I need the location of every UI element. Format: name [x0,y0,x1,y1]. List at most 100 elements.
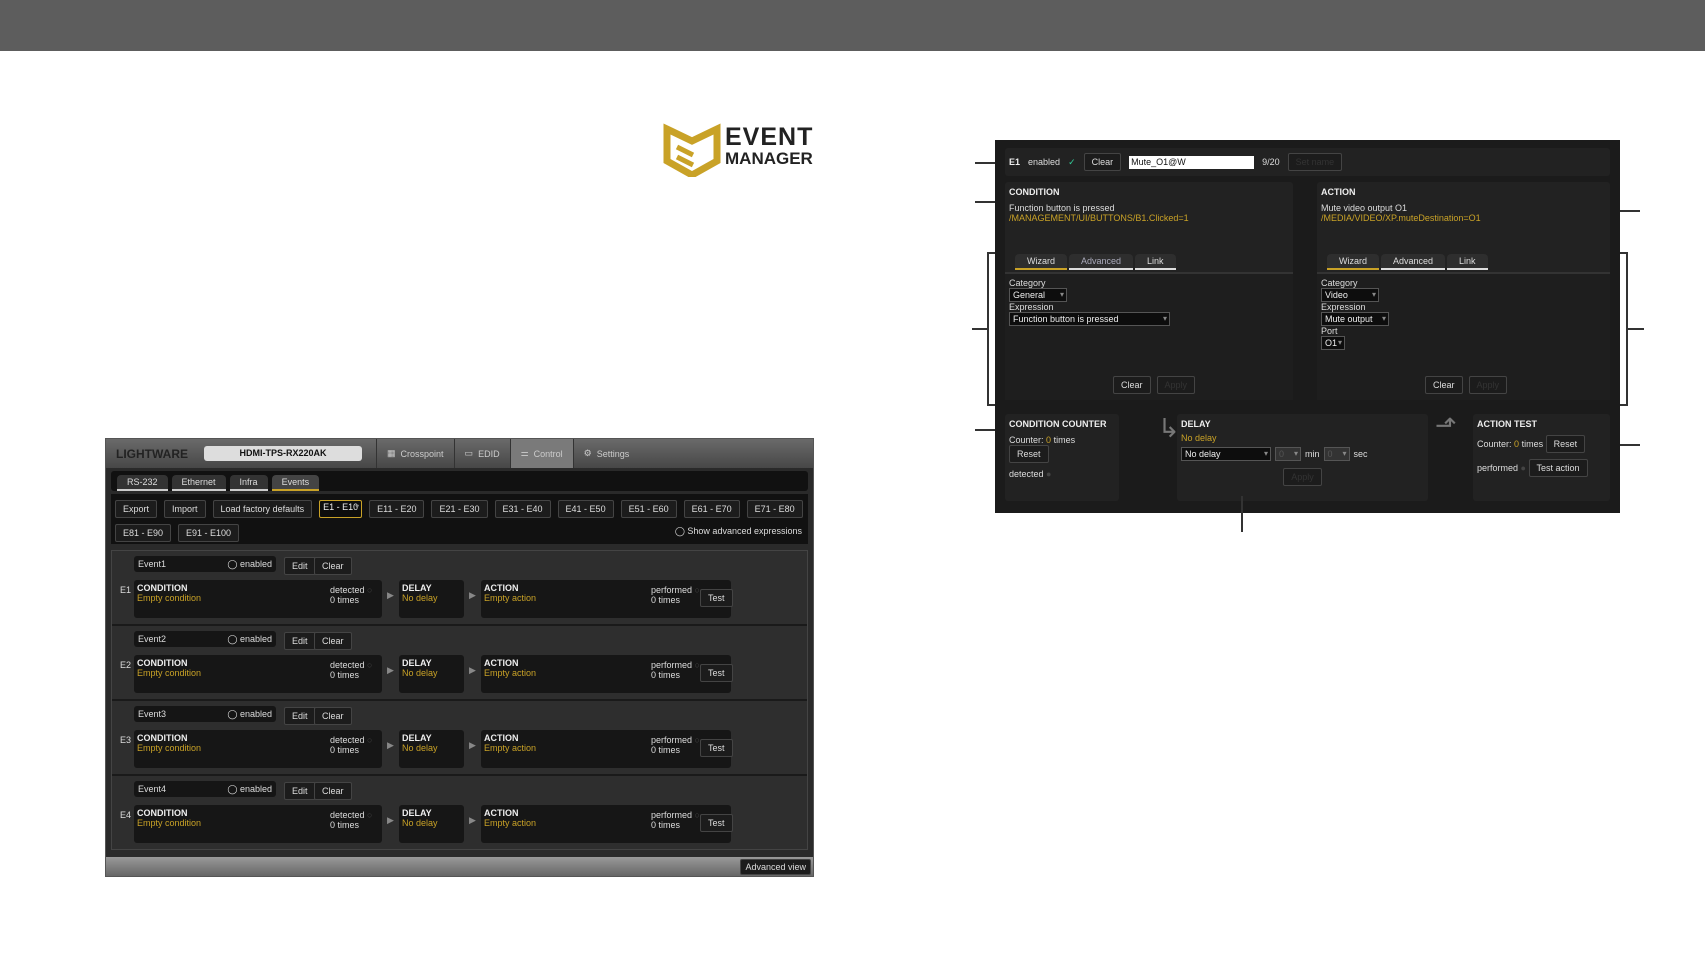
subtab-rs232[interactable]: RS-232 [117,475,168,491]
action-box[interactable]: ACTION Empty action performed ○ 0 times Te… [481,730,733,768]
test-button[interactable]: Test [700,739,733,757]
edit-button[interactable]: Edit [284,632,316,650]
delay-box[interactable]: DELAY No delay [399,655,464,693]
performed-count: 0 times [651,595,681,605]
callout-line [1628,328,1644,330]
clear-button[interactable]: Clear [314,557,352,575]
test-action-button[interactable]: Test action [1528,459,1588,477]
delay-sec-stepper[interactable]: 0 [1323,447,1350,461]
port-select[interactable]: O1 [1321,336,1345,350]
clear-button[interactable]: Clear [314,632,352,650]
event-name-field[interactable]: Event4 ◯ enabled [134,781,276,797]
tab-advanced[interactable]: Advanced [1381,254,1446,270]
set-name-button[interactable]: Set name [1287,153,1343,171]
subtab-infra[interactable]: Infra [229,475,268,491]
range-button[interactable]: E41 - E50 [557,500,614,518]
detected-count: 0 times [330,670,360,680]
delay-apply-button[interactable]: Apply [1283,468,1322,486]
delay-title: DELAY [402,808,432,818]
test-button[interactable]: Test [700,664,733,682]
range-button[interactable]: E51 - E60 [620,500,677,518]
action-clear-button[interactable]: Clear [1425,376,1463,394]
delay-box[interactable]: DELAY No delay [399,805,464,843]
advanced-view-button[interactable]: Advanced view [740,859,811,875]
action-box[interactable]: ACTION Empty action performed ○ 0 times Te… [481,655,733,693]
counter-reset-button[interactable]: Reset [1009,445,1049,463]
edit-button[interactable]: Edit [284,782,316,800]
expression-select[interactable]: Function button is pressed [1009,312,1170,326]
enabled-check-icon[interactable]: ◯ [227,784,237,794]
condition-box[interactable]: CONDITION Empty condition detected ○ 0 tim… [134,655,382,693]
action-test-section: ACTION TEST Counter: 0 times Reset perfo… [1473,414,1610,501]
delay-select[interactable]: No delay [1181,447,1271,461]
show-advanced-checkbox[interactable]: ◯ Show advanced expressions [675,526,802,537]
action-apply-button[interactable]: Apply [1468,376,1508,394]
tab-label: EDID [478,448,500,459]
gear-icon: ⚙ [583,448,592,458]
clear-button[interactable]: Clear [314,782,352,800]
app-header: LIGHTWARE HDMI-TPS-RX220AK ▦ Crosspoint ▭… [106,439,813,468]
port-label: Port [1321,326,1338,336]
tab-crosspoint[interactable]: ▦ Crosspoint [376,439,454,468]
load-factory-defaults-button[interactable]: Load factory defaults [212,500,313,518]
tab-wizard[interactable]: Wizard [1327,254,1380,270]
range-button[interactable]: E61 - E70 [683,500,740,518]
event-name-field[interactable]: Event3 ◯ enabled [134,706,276,722]
action-box[interactable]: ACTION Empty action performed ○ 0 times Te… [481,580,733,618]
export-button[interactable]: Export [115,500,158,518]
arrow-right-icon: ▶ [469,590,476,600]
event-name-field[interactable]: Event2 ◯ enabled [134,631,276,647]
event-name-input[interactable]: Mute_O1@W [1129,155,1255,169]
range-button[interactable]: E91 - E100 [178,524,240,542]
test-button[interactable]: Test [700,814,733,832]
test-reset-button[interactable]: Reset [1545,435,1586,453]
tab-wizard[interactable]: Wizard [1015,254,1068,270]
enabled-check-icon[interactable]: ◯ [227,634,237,644]
condition-box[interactable]: CONDITION Empty condition detected ○ 0 tim… [134,580,382,618]
delay-box[interactable]: DELAY No delay [399,730,464,768]
condition-counter-title: CONDITION COUNTER [1009,419,1107,429]
subtab-events[interactable]: Events [271,475,320,491]
tab-control[interactable]: ⚌ Control [509,439,573,468]
tab-link[interactable]: Link [1447,254,1488,270]
category-select[interactable]: Video [1321,288,1379,302]
edit-button[interactable]: Edit [284,557,316,575]
edit-button[interactable]: Edit [284,707,316,725]
range-button[interactable]: E71 - E80 [746,500,803,518]
enabled-check-icon[interactable]: ◯ [227,709,237,719]
test-button[interactable]: Test [700,589,733,607]
clear-button[interactable]: Clear [1083,153,1122,171]
subtab-ethernet[interactable]: Ethernet [171,475,226,491]
event-id: E1 [1009,157,1021,167]
range-button[interactable]: E21 - E30 [431,500,488,518]
clear-button[interactable]: Clear [314,707,352,725]
detected-label: detected [330,585,365,595]
condition-box[interactable]: CONDITION Empty condition detected ○ 0 tim… [134,805,382,843]
performed-label: performed [651,585,693,595]
range-button[interactable]: E11 - E20 [369,500,425,518]
condition-apply-button[interactable]: Apply [1156,376,1196,394]
delay-title: DELAY [402,583,432,593]
enabled-check-icon[interactable]: ✓ [1068,157,1076,168]
event-name-field[interactable]: Event1 ◯ enabled [134,556,276,572]
tab-advanced[interactable]: Advanced [1069,254,1134,270]
enabled-check-icon[interactable]: ◯ [227,559,237,569]
condition-box[interactable]: CONDITION Empty condition detected ○ 0 tim… [134,730,382,768]
range-button[interactable]: E81 - E90 [115,524,172,542]
action-path: /MEDIA/VIDEO/XP.muteDestination=O1 [1321,213,1481,223]
action-box[interactable]: ACTION Empty action performed ○ 0 times Te… [481,805,733,843]
condition-clear-button[interactable]: Clear [1113,376,1151,394]
category-select[interactable]: General [1009,288,1067,302]
range-button[interactable]: E1 - E10 [319,500,363,518]
range-button[interactable]: E31 - E40 [494,500,551,518]
tab-settings[interactable]: ⚙ Settings [572,439,640,468]
delay-min-stepper[interactable]: 0 [1275,447,1301,461]
expression-select[interactable]: Mute output [1321,312,1389,326]
performed-count: 0 times [651,670,681,680]
tab-edid[interactable]: ▭ EDID [453,439,510,468]
import-button[interactable]: Import [164,500,206,518]
delay-box[interactable]: DELAY No delay [399,580,464,618]
tab-label: Crosspoint [400,448,444,459]
detected-label: detected [330,810,365,820]
tab-link[interactable]: Link [1135,254,1176,270]
